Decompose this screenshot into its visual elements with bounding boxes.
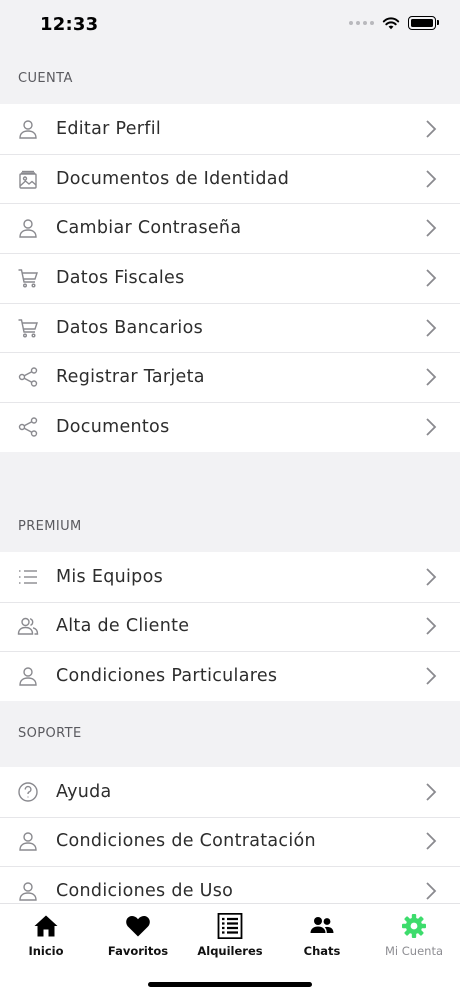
list-icon bbox=[0, 566, 56, 588]
row-alta-cliente[interactable]: Alta de Cliente bbox=[0, 601, 460, 652]
row-registrar-tarjeta[interactable]: Registrar Tarjeta bbox=[0, 352, 460, 403]
user-icon bbox=[0, 118, 56, 140]
section-header-premium: PREMIUM bbox=[18, 518, 82, 534]
row-cambiar-contrasena[interactable]: Cambiar Contraseña bbox=[0, 203, 460, 254]
tab-favoritos[interactable]: Favoritos bbox=[92, 904, 184, 966]
row-label: Registrar Tarjeta bbox=[56, 367, 205, 388]
user-icon bbox=[0, 217, 56, 239]
row-condiciones-contratacion[interactable]: Condiciones de Contratación bbox=[0, 816, 460, 867]
row-documentos[interactable]: Documentos bbox=[0, 402, 460, 452]
tab-label: Inicio bbox=[28, 944, 64, 958]
signal-dots-icon bbox=[349, 21, 374, 25]
share-icon bbox=[0, 366, 56, 388]
help-circle-icon bbox=[0, 781, 56, 803]
row-label: Editar Perfil bbox=[56, 118, 162, 139]
row-documentos-identidad[interactable]: Documentos de Identidad bbox=[0, 153, 460, 204]
status-time: 12:33 bbox=[40, 14, 99, 35]
chevron-right-icon bbox=[402, 219, 460, 237]
row-label: Alta de Cliente bbox=[56, 616, 190, 637]
row-label: Condiciones de Uso bbox=[56, 881, 234, 902]
battery-icon bbox=[408, 16, 439, 30]
row-datos-bancarios[interactable]: Datos Bancarios bbox=[0, 302, 460, 353]
cart-icon bbox=[0, 317, 56, 339]
row-mis-equipos[interactable]: Mis Equipos bbox=[0, 551, 460, 602]
tab-label: Alquileres bbox=[197, 944, 263, 958]
account-settings-list[interactable]: CUENTA Editar Perfil Documentos de Ident… bbox=[0, 52, 460, 903]
user-icon bbox=[0, 665, 56, 687]
people-icon bbox=[308, 912, 336, 940]
premium-list: Mis Equipos Alta de Cliente Condiciones … bbox=[0, 551, 460, 701]
row-label: Documentos bbox=[56, 416, 170, 437]
row-label: Condiciones Particulares bbox=[56, 666, 278, 687]
cuenta-list: Editar Perfil Documentos de Identidad Ca… bbox=[0, 104, 460, 452]
tab-alquileres[interactable]: Alquileres bbox=[184, 904, 276, 966]
row-ayuda[interactable]: Ayuda bbox=[0, 766, 460, 817]
section-header-soporte: SOPORTE bbox=[18, 726, 82, 742]
chevron-right-icon bbox=[402, 783, 460, 801]
list-document-icon bbox=[216, 912, 244, 940]
user-icon bbox=[0, 880, 56, 902]
tab-bar: Inicio Favoritos Alquileres Chats Mi Cue… bbox=[0, 903, 460, 996]
heart-icon bbox=[124, 912, 152, 940]
chevron-right-icon bbox=[402, 269, 460, 287]
row-datos-fiscales[interactable]: Datos Fiscales bbox=[0, 253, 460, 303]
tab-label: Favoritos bbox=[107, 944, 169, 958]
chevron-right-icon bbox=[402, 882, 460, 900]
chevron-right-icon bbox=[402, 568, 460, 586]
row-editar-perfil[interactable]: Editar Perfil bbox=[0, 104, 460, 154]
row-condiciones-particulares[interactable]: Condiciones Particulares bbox=[0, 651, 460, 701]
row-label: Datos Bancarios bbox=[56, 317, 203, 338]
row-label: Mis Equipos bbox=[56, 566, 163, 587]
row-condiciones-uso[interactable]: Condiciones de Uso bbox=[0, 866, 460, 903]
home-indicator bbox=[148, 982, 312, 987]
chevron-right-icon bbox=[402, 418, 460, 436]
chevron-right-icon bbox=[402, 667, 460, 685]
tab-inicio[interactable]: Inicio bbox=[0, 904, 92, 966]
wifi-icon bbox=[382, 17, 400, 30]
user-icon bbox=[0, 830, 56, 852]
tab-mi-cuenta[interactable]: Mi Cuenta bbox=[368, 904, 460, 966]
status-indicators bbox=[349, 16, 439, 30]
chevron-right-icon bbox=[402, 832, 460, 851]
row-label: Documentos de Identidad bbox=[56, 168, 290, 189]
row-label: Cambiar Contraseña bbox=[56, 218, 242, 239]
chevron-right-icon bbox=[402, 120, 460, 138]
row-label: Condiciones de Contratación bbox=[56, 831, 316, 852]
chevron-right-icon bbox=[402, 368, 460, 386]
soporte-list: Ayuda Condiciones de Contratación Condic… bbox=[0, 766, 460, 903]
tab-chats[interactable]: Chats bbox=[276, 904, 368, 966]
chevron-right-icon bbox=[402, 318, 460, 337]
gear-icon bbox=[400, 912, 428, 940]
home-icon bbox=[32, 912, 60, 940]
chevron-right-icon bbox=[402, 169, 460, 188]
image-stack-icon bbox=[0, 168, 56, 190]
chevron-right-icon bbox=[402, 617, 460, 635]
row-label: Ayuda bbox=[56, 781, 112, 802]
tab-label: Chats bbox=[303, 944, 341, 958]
section-header-cuenta: CUENTA bbox=[18, 70, 73, 86]
status-bar: 12:33 bbox=[0, 0, 460, 52]
tab-label: Mi Cuenta bbox=[384, 944, 443, 958]
row-label: Datos Fiscales bbox=[56, 267, 185, 288]
users-icon bbox=[0, 615, 56, 637]
cart-icon bbox=[0, 267, 56, 289]
share-icon bbox=[0, 416, 56, 438]
